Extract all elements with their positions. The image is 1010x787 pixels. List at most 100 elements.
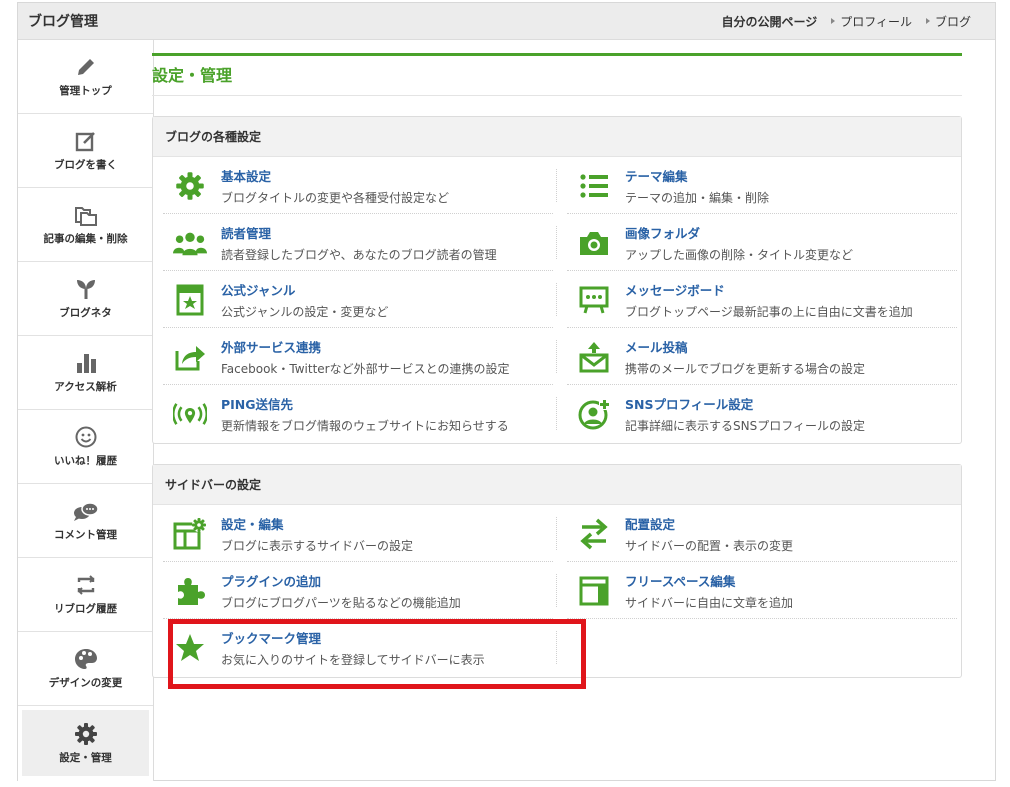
sidebar-item-comments[interactable]: コメント管理	[18, 484, 153, 558]
reader-management-link[interactable]: 読者管理読者登録したブログや、あなたのブログ読者の管理	[153, 214, 557, 271]
sidebar-item-label: リブログ履歴	[54, 603, 117, 615]
sidebar-settings-icon	[173, 517, 207, 551]
item-title: 読者管理	[221, 225, 272, 241]
panel-title: サイドバーの設定	[153, 465, 961, 505]
nav-profile-link[interactable]: プロフィール	[831, 13, 912, 30]
item-desc: アップした画像の削除・タイトル変更など	[625, 247, 854, 262]
sidebar-item-reblog-history[interactable]: リブログ履歴	[18, 558, 153, 632]
item-desc: お気に入りのサイトを登録してサイドバーに表示	[221, 652, 485, 667]
sidebar-item-design-change[interactable]: デザインの変更	[18, 632, 153, 706]
sns-profile-link[interactable]: SNSプロフィール設定記事詳細に表示するSNSプロフィールの設定	[557, 385, 961, 442]
item-title: 設定・編集	[221, 516, 284, 532]
bookmark-management-link[interactable]: ブックマーク管理お気に入りのサイトを登録してサイドバーに表示	[153, 619, 557, 676]
item-desc: サイドバーの配置・表示の変更	[625, 538, 794, 553]
item-desc: 記事詳細に表示するSNSプロフィールの設定	[625, 418, 865, 433]
sidebar-item-edit-delete[interactable]: 記事の編集・削除	[18, 188, 153, 262]
sidebar-item-label: 設定・管理	[59, 751, 112, 764]
nav-blog-label: ブログ	[934, 14, 971, 29]
item-title: 公式ジャンル	[221, 282, 296, 298]
edit-icon	[75, 132, 95, 152]
share-icon	[173, 340, 207, 374]
item-title: フリースペース編集	[625, 573, 736, 589]
sidebar-item-access-analysis[interactable]: アクセス解析	[18, 336, 153, 410]
empty-cell	[557, 619, 961, 676]
puzzle-icon	[173, 574, 207, 608]
pencil-icon	[77, 57, 96, 75]
gear-icon	[173, 169, 207, 203]
sidebar-settings-panel: サイドバーの設定 設定・編集ブログに表示するサイドバーの設定 配置設定 サイドバー…	[152, 464, 962, 678]
sidebar-item-label: アクセス解析	[54, 381, 117, 393]
bar-chart-icon	[76, 354, 96, 373]
sidebar-item-blog-neta[interactable]: ブログネタ	[18, 262, 153, 336]
top-bar: ブログ管理 自分の公開ページ プロフィール ブログ	[18, 3, 995, 40]
add-plugin-link[interactable]: プラグインの追加ブログにブログパーツを貼るなどの機能追加	[153, 562, 557, 619]
item-title: プラグインの追加	[221, 573, 322, 589]
item-desc: 更新情報をブログ情報のウェブサイトにお知らせする	[221, 418, 509, 433]
item-desc: ブログタイトルの変更や各種受付設定など	[221, 190, 450, 205]
sidebar-item-label: ブログネタ	[59, 307, 112, 319]
message-board-link[interactable]: メッセージボード ブログトップページ最新記事の上に自由に文書を追加	[557, 271, 961, 328]
layout-settings-link[interactable]: 配置設定 サイドバーの配置・表示の変更	[557, 505, 961, 562]
sidebar-settings-grid: 設定・編集ブログに表示するサイドバーの設定 配置設定 サイドバーの配置・表示の変更…	[153, 505, 961, 677]
item-title: 外部サービス連携	[221, 339, 322, 355]
ping-link[interactable]: PING送信先更新情報をブログ情報のウェブサイトにお知らせする	[153, 385, 557, 442]
sidebar-item-admin-top[interactable]: 管理トップ	[18, 40, 153, 114]
board-icon	[577, 283, 611, 317]
sidebar-item-write-blog[interactable]: ブログを書く	[18, 114, 153, 188]
blog-settings-panel: ブログの各種設定 基本設定ブログタイトルの変更や各種受付設定など テーマ編集 テー…	[152, 116, 962, 444]
profile-add-icon	[577, 397, 611, 431]
sidebar-config-edit-link[interactable]: 設定・編集ブログに表示するサイドバーの設定	[153, 505, 557, 562]
sidebar-item-label: ブログを書く	[54, 159, 117, 171]
camera-icon	[577, 226, 611, 260]
reblog-icon	[77, 575, 94, 595]
app-title: ブログ管理	[28, 14, 98, 30]
sidebar: 管理トップ ブログを書く 記事の編集・削除 ブログネタ アクセス解析 いいね！履…	[18, 40, 154, 781]
item-desc: 携帯のメールでブログを更新する場合の設定	[625, 361, 866, 376]
basic-settings-link[interactable]: 基本設定ブログタイトルの変更や各種受付設定など	[153, 157, 557, 214]
theme-edit-link[interactable]: テーマ編集 テーマの追加・編集・削除	[557, 157, 961, 214]
page-title: 設定・管理	[152, 66, 233, 85]
smile-icon	[75, 426, 96, 448]
item-desc: ブログに表示するサイドバーの設定	[221, 538, 414, 553]
sidebar-item-like-history[interactable]: いいね！履歴	[18, 410, 153, 484]
gear-icon	[74, 722, 97, 745]
official-genre-link[interactable]: 公式ジャンル公式ジャンルの設定・変更など	[153, 271, 557, 328]
sidebar-item-settings[interactable]: 設定・管理	[22, 710, 149, 776]
star-icon	[173, 631, 207, 665]
folders-icon	[74, 207, 97, 226]
nav-profile-label: プロフィール	[840, 14, 912, 29]
item-title: テーマ編集	[625, 168, 688, 184]
item-title: PING送信先	[221, 396, 294, 412]
nav-public-page-link[interactable]: 自分の公開ページ	[721, 13, 817, 30]
item-desc: サイドバーに自由に文章を追加	[625, 595, 794, 610]
free-space-icon	[577, 574, 611, 608]
mail-post-link[interactable]: メール投稿携帯のメールでブログを更新する場合の設定	[557, 328, 961, 385]
item-title: 基本設定	[221, 168, 272, 184]
users-icon	[173, 226, 207, 260]
image-folder-link[interactable]: 画像フォルダ アップした画像の削除・タイトル変更など	[557, 214, 961, 271]
panel-title: ブログの各種設定	[153, 117, 961, 157]
item-desc: Facebook・Twitterなど外部サービスとの連携の設定	[221, 361, 510, 376]
nav-public-page-label: 自分の公開ページ	[721, 14, 818, 29]
nav-blog-link[interactable]: ブログ	[925, 13, 971, 30]
comment-icon	[73, 502, 99, 521]
free-space-edit-link[interactable]: フリースペース編集サイドバーに自由に文章を追加	[557, 562, 961, 619]
top-nav: 自分の公開ページ プロフィール ブログ	[721, 13, 971, 30]
triangle-right-icon	[831, 18, 836, 24]
sidebar-item-label: 記事の編集・削除	[43, 233, 128, 245]
item-title: SNSプロフィール設定	[625, 396, 754, 412]
item-desc: ブログにブログパーツを貼るなどの機能追加	[221, 595, 461, 610]
genre-icon	[173, 283, 207, 317]
sidebar-item-label: コメント管理	[54, 529, 117, 541]
item-title: メール投稿	[625, 339, 688, 355]
item-title: ブックマーク管理	[221, 630, 322, 646]
item-desc: 読者登録したブログや、あなたのブログ読者の管理	[221, 247, 497, 262]
sidebar-item-label: 管理トップ	[59, 85, 112, 97]
external-services-link[interactable]: 外部サービス連携 Facebook・Twitterなど外部サービスとの連携の設定	[153, 328, 557, 385]
item-desc: 公式ジャンルの設定・変更など	[221, 304, 389, 319]
blog-settings-grid: 基本設定ブログタイトルの変更や各種受付設定など テーマ編集 テーマの追加・編集・削…	[153, 157, 961, 443]
list-icon	[577, 169, 611, 203]
swap-icon	[577, 517, 611, 551]
ping-icon	[173, 397, 207, 431]
sidebar-item-label: デザインの変更	[48, 677, 123, 689]
